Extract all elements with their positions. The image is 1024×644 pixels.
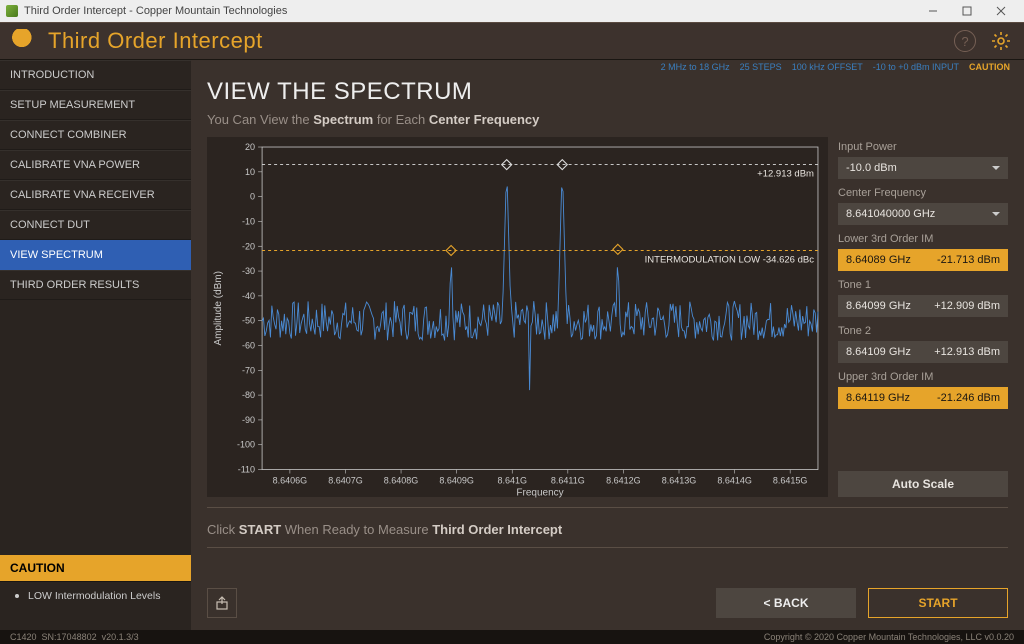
sidebar-item-calibrate-vna-power[interactable]: CALIBRATE VNA POWER xyxy=(0,150,191,180)
svg-text:INTERMODULATION LOW -34.626 dB: INTERMODULATION LOW -34.626 dBc xyxy=(645,255,815,266)
divider xyxy=(207,547,1008,548)
svg-text:0: 0 xyxy=(250,192,255,202)
input-power-select[interactable]: -10.0 dBm xyxy=(838,157,1008,179)
sidebar-item-calibrate-vna-receiver[interactable]: CALIBRATE VNA RECEIVER xyxy=(0,180,191,210)
lower-im-label: Lower 3rd Order IM xyxy=(838,233,1008,245)
upper-im-label: Upper 3rd Order IM xyxy=(838,371,1008,383)
window-title: Third Order Intercept - Copper Mountain … xyxy=(24,5,287,17)
tone2-readout: 8.64109 GHz+12.913 dBm xyxy=(838,341,1008,363)
upper-im-readout: 8.64119 GHz-21.246 dBm xyxy=(838,387,1008,409)
sidebar-item-third-order-results[interactable]: THIRD ORDER RESULTS xyxy=(0,270,191,300)
input-power-label: Input Power xyxy=(838,141,1008,153)
auto-scale-button[interactable]: Auto Scale xyxy=(838,471,1008,497)
svg-text:-50: -50 xyxy=(242,316,255,326)
svg-text:+12.913 dBm: +12.913 dBm xyxy=(757,169,814,180)
app-file-icon xyxy=(6,5,18,17)
svg-text:8.6408G: 8.6408G xyxy=(384,476,419,486)
footer-copyright: Copyright © 2020 Copper Mountain Technol… xyxy=(764,632,1014,642)
svg-text:-10: -10 xyxy=(242,216,255,226)
window-maximize-button[interactable] xyxy=(950,1,984,21)
svg-text:-20: -20 xyxy=(242,241,255,251)
start-button[interactable]: START xyxy=(868,588,1008,618)
main-panel: 2 MHz to 18 GHz 25 STEPS 100 kHz OFFSET … xyxy=(191,60,1024,630)
sidebar-item-view-spectrum[interactable]: VIEW SPECTRUM xyxy=(0,240,191,270)
summary-offset: 100 kHz OFFSET xyxy=(792,62,863,74)
parameter-summary: 2 MHz to 18 GHz 25 STEPS 100 kHz OFFSET … xyxy=(191,60,1024,74)
caution-banner-title: CAUTION xyxy=(0,555,191,582)
lower-im-readout: 8.64089 GHz-21.713 dBm xyxy=(838,249,1008,271)
step-sidebar: INTRODUCTION SETUP MEASUREMENT CONNECT C… xyxy=(0,60,191,630)
tone2-label: Tone 2 xyxy=(838,325,1008,337)
back-button[interactable]: < BACK xyxy=(716,588,856,618)
status-footer: C1420 SN:17048802 v20.1.3/3 Copyright © … xyxy=(0,630,1024,644)
summary-freq-range: 2 MHz to 18 GHz xyxy=(661,62,730,74)
page-subtitle: You Can View the Spectrum for Each Cente… xyxy=(191,112,1024,137)
svg-text:-110: -110 xyxy=(238,465,255,475)
sidebar-item-setup-measurement[interactable]: SETUP MEASUREMENT xyxy=(0,90,191,120)
app-header: Third Order Intercept ? xyxy=(0,22,1024,60)
sidebar-item-connect-dut[interactable]: CONNECT DUT xyxy=(0,210,191,240)
tone1-label: Tone 1 xyxy=(838,279,1008,291)
center-freq-select[interactable]: 8.641040000 GHz xyxy=(838,203,1008,225)
center-freq-label: Center Frequency xyxy=(838,187,1008,199)
app-title: Third Order Intercept xyxy=(48,28,263,54)
footer-instrument: C1420 xyxy=(10,632,37,642)
tone1-readout: 8.64099 GHz+12.909 dBm xyxy=(838,295,1008,317)
svg-text:8.6413G: 8.6413G xyxy=(662,476,697,486)
summary-caution: CAUTION xyxy=(969,62,1010,74)
svg-text:-90: -90 xyxy=(242,415,255,425)
svg-text:8.641G: 8.641G xyxy=(497,476,527,486)
svg-text:8.6414G: 8.6414G xyxy=(717,476,752,486)
page-title: VIEW THE SPECTRUM xyxy=(191,74,1024,112)
svg-text:8.6409G: 8.6409G xyxy=(439,476,474,486)
svg-text:-30: -30 xyxy=(242,266,255,276)
spectrum-plot-svg: 20 10 0 -10 -20 -30 -40 -50 -60 -70 -80 -90 -100 -110… xyxy=(207,137,828,498)
footer-version: v20.1.3/3 xyxy=(102,632,139,642)
window-close-button[interactable] xyxy=(984,1,1018,21)
sidebar-item-connect-combiner[interactable]: CONNECT COMBINER xyxy=(0,120,191,150)
svg-text:8.6411G: 8.6411G xyxy=(551,476,585,486)
svg-text:-80: -80 xyxy=(242,390,255,400)
summary-steps: 25 STEPS xyxy=(740,62,782,74)
summary-input: -10 to +0 dBm INPUT xyxy=(873,62,959,74)
svg-text:20: 20 xyxy=(245,142,255,152)
window-titlebar: Third Order Intercept - Copper Mountain … xyxy=(0,0,1024,22)
marker-control-panel: Input Power -10.0 dBm Center Frequency 8… xyxy=(838,137,1008,497)
sidebar-item-introduction[interactable]: INTRODUCTION xyxy=(0,60,191,90)
svg-text:Frequency: Frequency xyxy=(516,488,563,498)
svg-text:-60: -60 xyxy=(242,340,255,350)
help-icon[interactable]: ? xyxy=(954,30,976,52)
settings-gear-icon[interactable] xyxy=(990,30,1012,52)
svg-text:Amplitude (dBm): Amplitude (dBm) xyxy=(213,271,224,345)
instruction-text: Click START When Ready to Measure Third … xyxy=(191,508,1024,537)
caution-banner-body: LOW Intermodulation Levels xyxy=(0,582,191,630)
svg-text:8.6406G: 8.6406G xyxy=(273,476,308,486)
svg-text:8.6407G: 8.6407G xyxy=(328,476,363,486)
brand-logo-icon xyxy=(12,29,40,53)
svg-text:8.6412G: 8.6412G xyxy=(606,476,641,486)
window-minimize-button[interactable] xyxy=(916,1,950,21)
footer-serial: SN:17048802 xyxy=(42,632,97,642)
svg-text:8.6415G: 8.6415G xyxy=(773,476,808,486)
svg-text:-40: -40 xyxy=(242,291,255,301)
share-icon[interactable] xyxy=(207,588,237,618)
svg-text:-70: -70 xyxy=(242,365,255,375)
svg-text:10: 10 xyxy=(245,167,255,177)
spectrum-plot: 20 10 0 -10 -20 -30 -40 -50 -60 -70 -80 -90 -100 -110… xyxy=(207,137,828,497)
svg-text:-100: -100 xyxy=(237,440,255,450)
